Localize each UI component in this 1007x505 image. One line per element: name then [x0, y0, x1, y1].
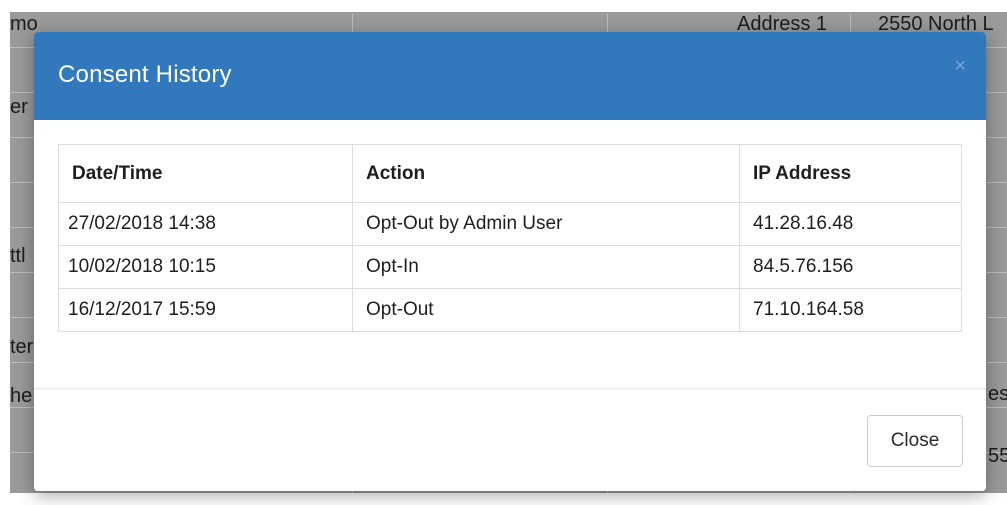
bg-text: ttl: [10, 245, 26, 267]
close-button[interactable]: Close: [867, 415, 963, 467]
column-header-date-time: Date/Time: [58, 144, 353, 203]
modal-title: Consent History: [58, 61, 232, 88]
consent-history-table: Date/Time Action IP Address 27/02/2018 1…: [58, 144, 962, 332]
action-cell: Opt-In: [352, 245, 740, 289]
page-margin: [0, 0, 10, 505]
ip-address-cell: 41.28.16.48: [739, 202, 962, 246]
bg-text: er: [10, 96, 28, 118]
column-header-ip-address: IP Address: [739, 144, 962, 203]
modal-header: Consent History ×: [34, 32, 986, 120]
modal-footer: Close: [34, 388, 986, 491]
date-time-cell: 16/12/2017 15:59: [58, 288, 353, 332]
bg-text: 55: [988, 445, 1007, 467]
consent-history-modal: Consent History × Date/Time Action IP Ad…: [34, 32, 986, 491]
ip-address-cell: 71.10.164.58: [739, 288, 962, 332]
action-cell: Opt-Out by Admin User: [352, 202, 740, 246]
column-header-action: Action: [352, 144, 740, 203]
bg-text: he: [10, 385, 33, 407]
date-time-cell: 10/02/2018 10:15: [58, 245, 353, 289]
close-icon[interactable]: ×: [954, 56, 966, 76]
table-row: 16/12/2017 15:59 Opt-Out 71.10.164.58: [58, 288, 962, 332]
page-margin: [0, 493, 1007, 505]
table-row: 27/02/2018 14:38 Opt-Out by Admin User 4…: [58, 202, 962, 246]
table-row: 10/02/2018 10:15 Opt-In 84.5.76.156: [58, 245, 962, 289]
page-margin: [0, 0, 1007, 12]
date-time-cell: 27/02/2018 14:38: [58, 202, 353, 246]
table-header-row: Date/Time Action IP Address: [58, 144, 962, 203]
bg-text: es: [988, 383, 1007, 405]
ip-address-cell: 84.5.76.156: [739, 245, 962, 289]
action-cell: Opt-Out: [352, 288, 740, 332]
bg-text: ter: [10, 336, 34, 358]
